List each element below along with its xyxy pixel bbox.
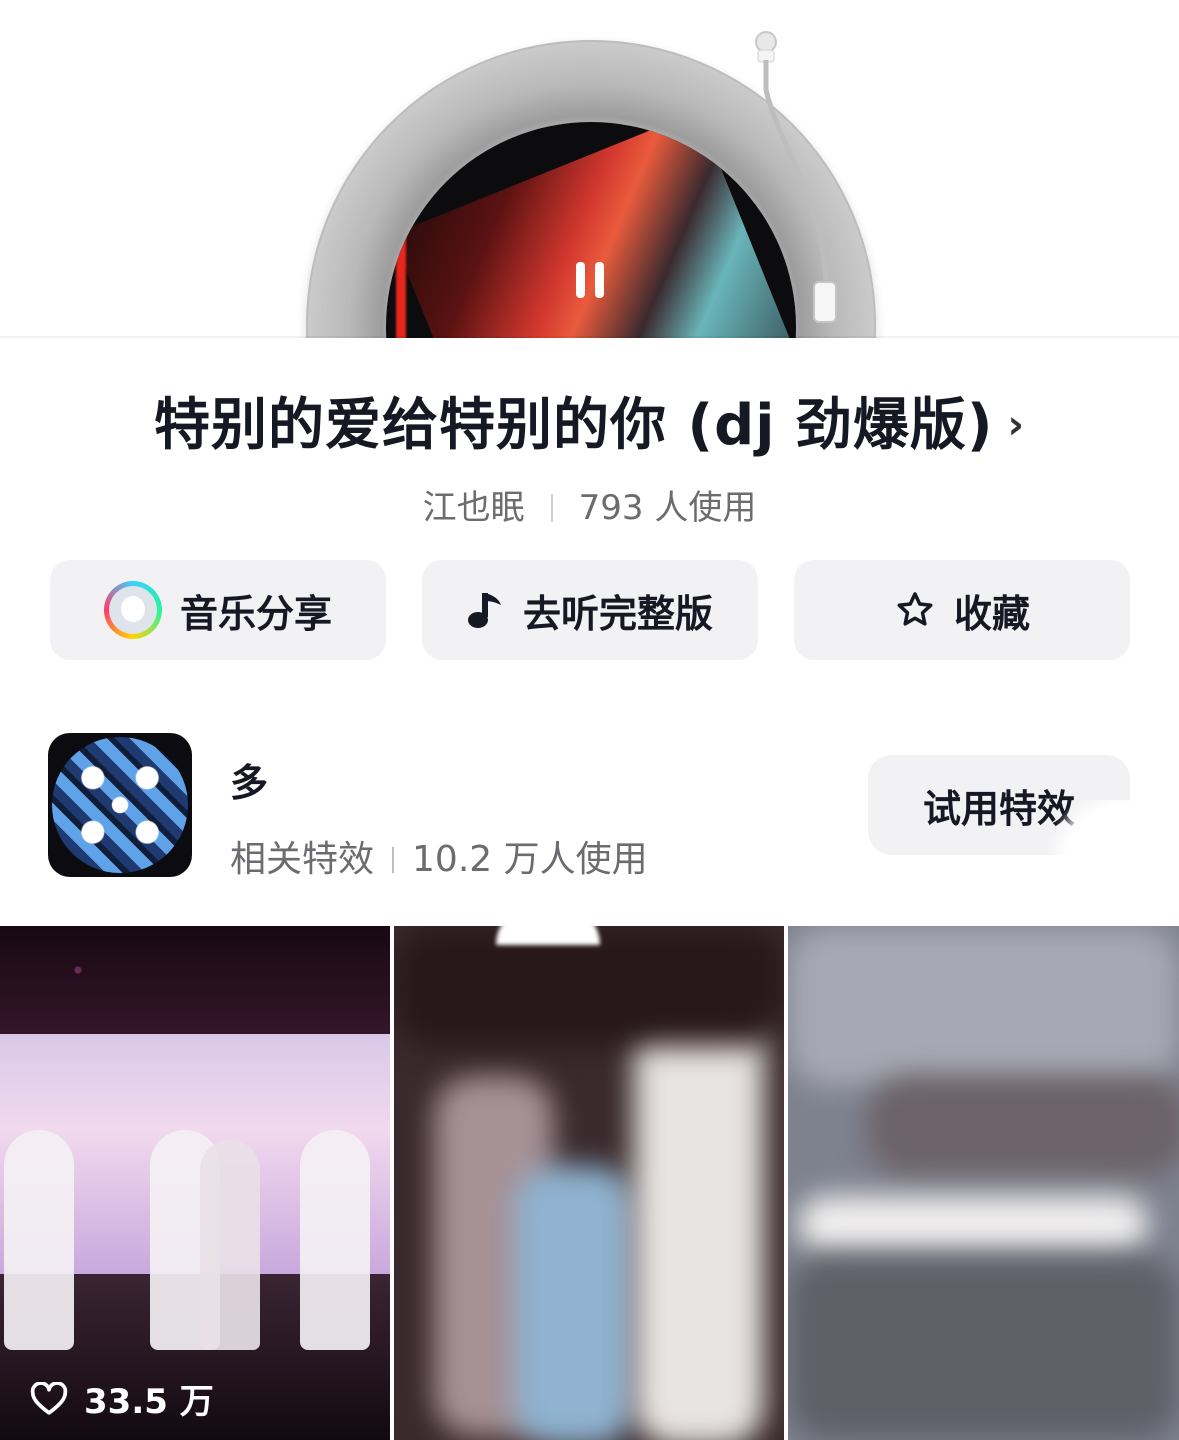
effect-name[interactable]: 多 xyxy=(230,752,268,807)
vinyl-player[interactable] xyxy=(0,0,1179,338)
fade-overlay xyxy=(496,905,600,945)
like-count: 33.5 万 xyxy=(30,1374,214,1423)
blurred-figure xyxy=(634,1006,764,1440)
video-card[interactable] xyxy=(788,926,1179,1440)
song-meta: 江也眠 793 人使用 xyxy=(0,480,1179,529)
pause-icon[interactable] xyxy=(572,262,608,298)
performer xyxy=(300,1130,370,1350)
stage-background xyxy=(0,926,390,1036)
blurred-figure xyxy=(514,1166,634,1440)
blurred-caption xyxy=(798,1196,1148,1252)
video-card[interactable] xyxy=(0,926,390,1440)
performer xyxy=(200,1140,260,1350)
action-bar: 音乐分享 去听完整版 收藏 xyxy=(50,560,1130,660)
blurred-crowd xyxy=(788,1256,1179,1440)
meta-separator xyxy=(550,494,553,522)
artist-name[interactable]: 江也眠 xyxy=(423,488,525,528)
effect-preview-image xyxy=(52,737,188,873)
star-icon xyxy=(894,589,936,631)
blurred-sky xyxy=(788,926,1179,1086)
like-count-text: 33.5 万 xyxy=(84,1382,214,1422)
song-title[interactable]: 特别的爱给特别的你 (dj 劲爆版) › xyxy=(0,380,1179,461)
neon-sign xyxy=(396,192,496,338)
music-note-icon xyxy=(467,589,505,631)
listen-full-button[interactable]: 去听完整版 xyxy=(422,560,758,660)
performer xyxy=(4,1130,74,1350)
favorite-label: 收藏 xyxy=(953,591,1030,636)
usage-count: 793 人使用 xyxy=(578,488,757,528)
listen-full-label: 去听完整版 xyxy=(522,591,713,636)
music-share-button[interactable]: 音乐分享 xyxy=(50,560,386,660)
effect-usage: 10.2 万人使用 xyxy=(412,839,648,880)
fade-overlay xyxy=(1040,800,1179,926)
music-share-label: 音乐分享 xyxy=(179,591,332,636)
blurred-building xyxy=(868,1076,1179,1176)
chevron-right-icon[interactable]: › xyxy=(1007,402,1024,448)
video-card[interactable] xyxy=(394,926,784,1440)
song-title-text[interactable]: 特别的爱给特别的你 (dj 劲爆版) xyxy=(154,393,993,458)
divider xyxy=(0,336,1179,338)
avatar xyxy=(103,581,162,639)
meta-separator xyxy=(392,847,395,873)
heart-icon xyxy=(30,1381,68,1415)
tonearm-icon xyxy=(755,31,837,323)
effect-thumbnail[interactable] xyxy=(48,733,192,877)
effect-meta: 相关特效 10.2 万人使用 xyxy=(230,830,648,882)
favorite-button[interactable]: 收藏 xyxy=(794,560,1130,660)
effect-category: 相关特效 xyxy=(230,839,375,880)
